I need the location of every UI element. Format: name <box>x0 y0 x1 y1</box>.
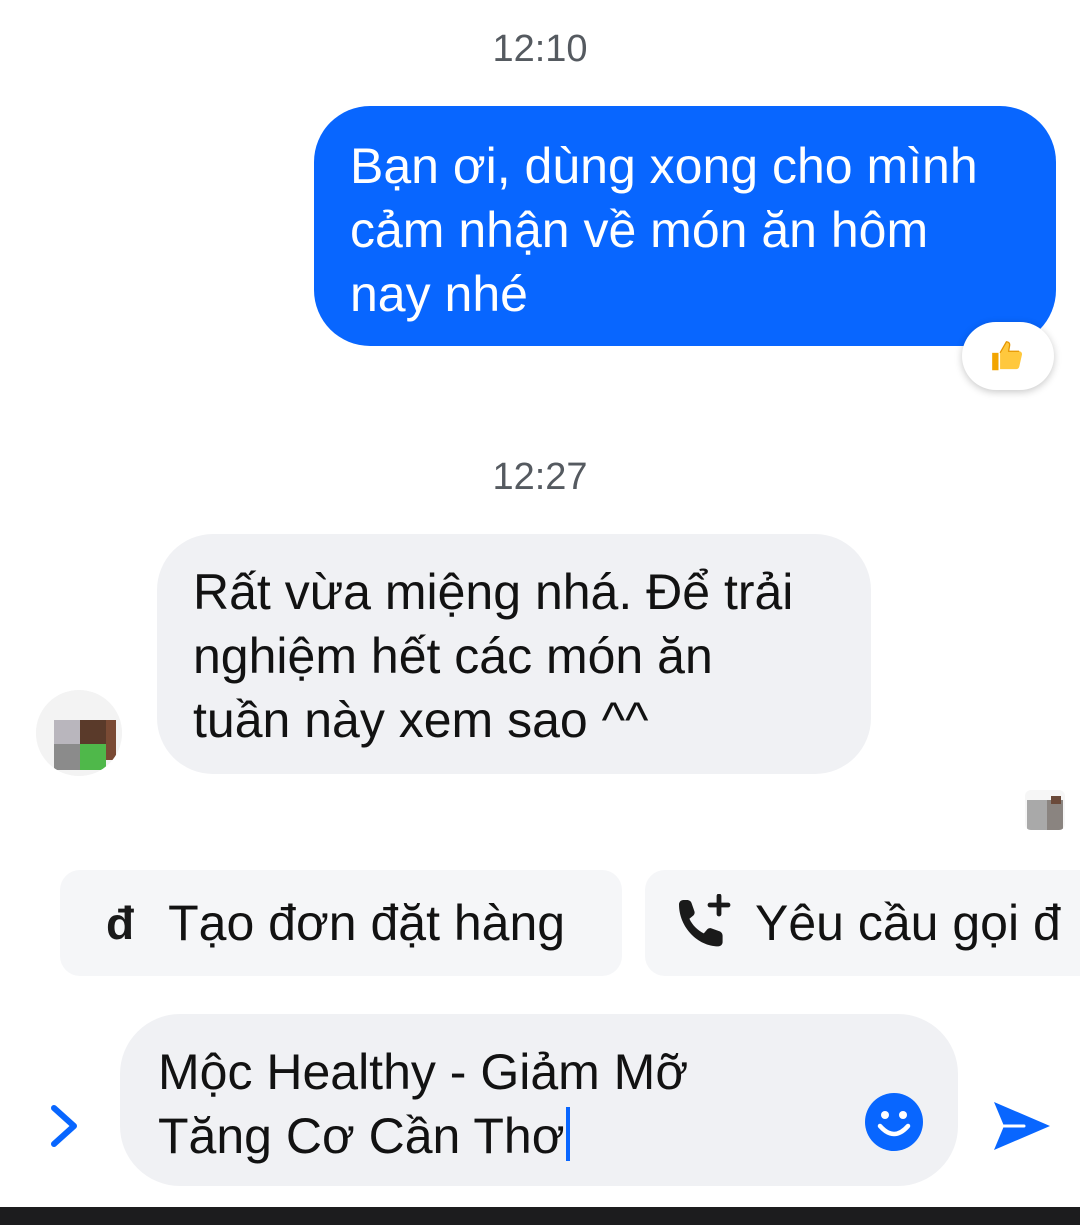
request-call-chip[interactable]: Yêu cầu gọi đ <box>645 870 1080 976</box>
thumbs-up-icon <box>992 341 1023 371</box>
avatar-image <box>36 690 122 776</box>
phone-add-icon <box>679 894 731 947</box>
expand-actions-button[interactable] <box>44 1100 84 1152</box>
system-navigation-bar <box>0 1207 1080 1225</box>
incoming-message-bubble[interactable]: Rất vừa miệng nhá. Để trải nghiệm hết cá… <box>157 534 871 774</box>
messenger-chat-screen: 12:10 Bạn ơi, dùng xong cho mình cảm nhậ… <box>0 0 1080 1225</box>
message-composer[interactable]: Mộc Healthy - Giảm Mỡ Tăng Cơ Cần Thơ <box>120 1014 958 1186</box>
emoji-button[interactable] <box>864 1092 924 1152</box>
timestamp-1227: 12:27 <box>492 456 588 498</box>
create-order-label: Tạo đơn đặt hàng <box>168 895 566 951</box>
message-input[interactable]: Mộc Healthy - Giảm Mỡ Tăng Cơ Cần Thơ <box>158 1040 838 1168</box>
timestamp-1210: 12:10 <box>492 28 588 70</box>
dong-currency-icon: đ <box>106 897 135 949</box>
seen-indicator-avatar <box>1025 790 1065 830</box>
message-reaction[interactable] <box>962 322 1054 390</box>
seen-avatar-image <box>1025 790 1065 830</box>
chevron-right-icon <box>51 1105 77 1147</box>
smiley-icon <box>865 1093 923 1151</box>
send-button[interactable] <box>990 1094 1054 1158</box>
create-order-chip[interactable]: đ Tạo đơn đặt hàng <box>60 870 622 976</box>
message-input-value: Mộc Healthy - Giảm Mỡ Tăng Cơ Cần Thơ <box>158 1044 689 1164</box>
contact-avatar[interactable] <box>36 690 122 776</box>
request-call-label: Yêu cầu gọi đ <box>755 895 1061 951</box>
send-icon <box>994 1102 1050 1150</box>
text-cursor <box>565 1107 570 1161</box>
outgoing-message-bubble[interactable]: Bạn ơi, dùng xong cho mình cảm nhận về m… <box>314 106 1056 346</box>
